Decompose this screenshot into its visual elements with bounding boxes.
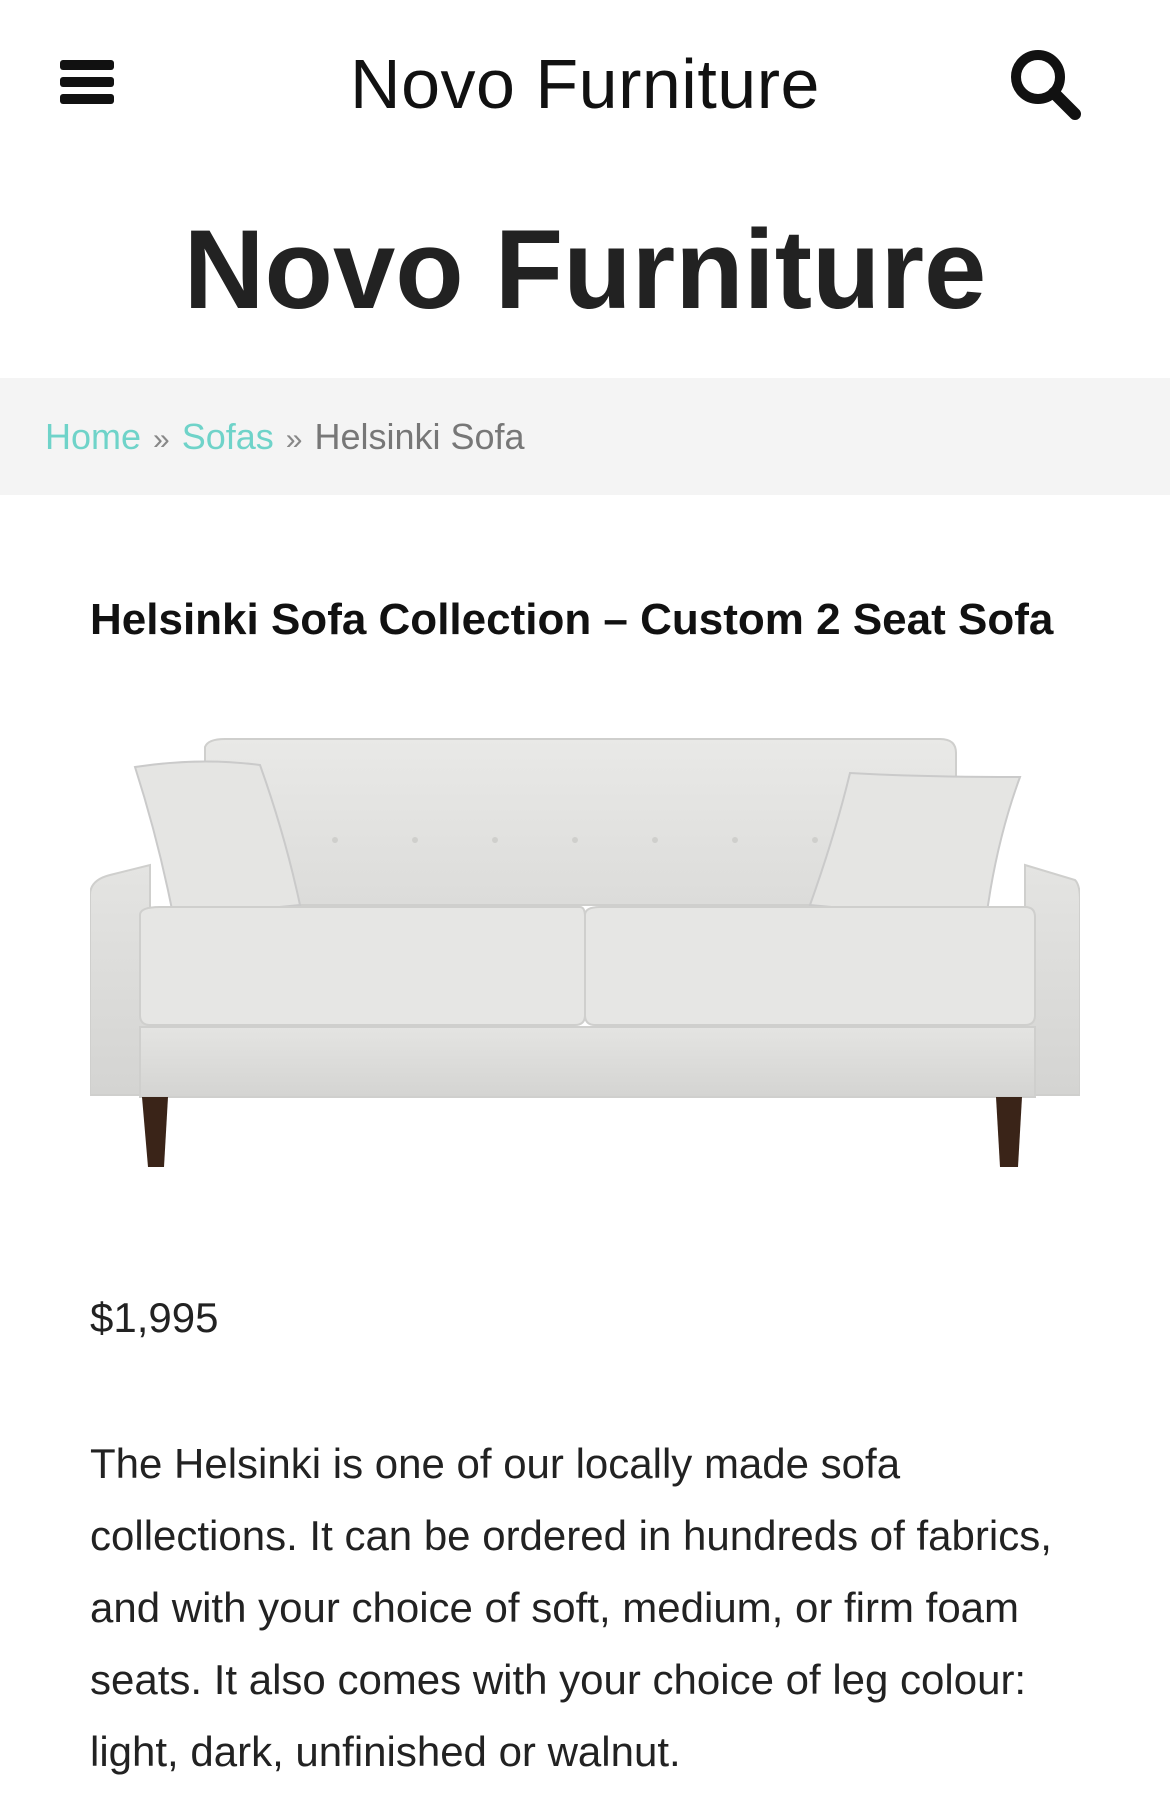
product-description: The Helsinki is one of our locally made … xyxy=(90,1440,1052,1775)
breadcrumb-home-link[interactable]: Home xyxy=(45,416,141,457)
header-title[interactable]: Novo Furniture xyxy=(0,44,1170,124)
breadcrumb-separator: » xyxy=(153,423,170,456)
breadcrumb-sofas-link[interactable]: Sofas xyxy=(182,416,274,457)
site-title[interactable]: Novo Furniture xyxy=(0,205,1170,335)
search-icon[interactable] xyxy=(1005,44,1085,124)
breadcrumb-trail: Home » Sofas » Helsinki Sofa xyxy=(45,415,525,462)
top-bar: Novo Furniture xyxy=(0,0,1170,170)
product-image-sofa[interactable] xyxy=(89,735,1081,1185)
breadcrumb-separator: » xyxy=(285,423,303,456)
breadcrumb: Home » Sofas » Helsinki Sofa xyxy=(0,378,1170,495)
product-price: $1,995 xyxy=(90,1294,219,1341)
product-title: Helsinki Sofa Collection – Custom 2 Seat… xyxy=(90,595,1054,644)
breadcrumb-current: Helsinki Sofa xyxy=(314,416,525,457)
